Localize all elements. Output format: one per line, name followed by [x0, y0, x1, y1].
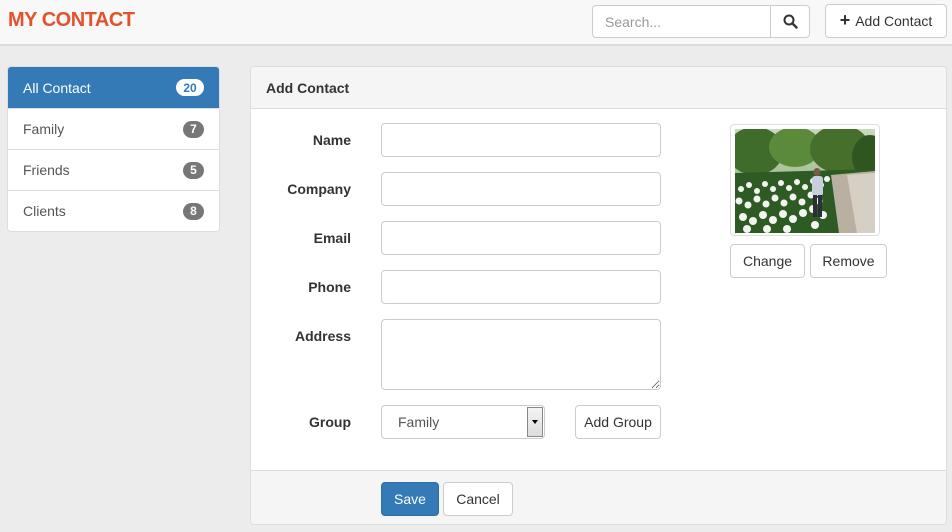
search-icon: [783, 14, 798, 29]
add-contact-label: Add Contact: [855, 13, 933, 29]
plus-icon: +: [839, 10, 851, 30]
sidebar-item-friends[interactable]: Friends 5: [8, 149, 219, 190]
cancel-button[interactable]: Cancel: [443, 482, 513, 516]
group-select-value: Family: [398, 414, 440, 430]
sidebar-item-family[interactable]: Family 7: [8, 108, 219, 149]
address-label: Address: [294, 328, 351, 344]
sidebar-item-label: Family: [23, 121, 65, 137]
search-group: [592, 5, 810, 38]
count-badge: 20: [176, 79, 204, 96]
search-input[interactable]: [592, 5, 771, 38]
change-photo-button[interactable]: Change: [730, 244, 805, 278]
panel-footer: Save Cancel: [251, 470, 946, 524]
sidebar-item-label: Clients: [23, 203, 66, 219]
company-field[interactable]: [381, 172, 661, 206]
photo-image: [735, 129, 875, 233]
address-field[interactable]: [381, 319, 661, 390]
sidebar-item-label: All Contact: [23, 79, 91, 96]
company-label: Company: [287, 181, 351, 197]
save-button[interactable]: Save: [381, 482, 439, 516]
add-contact-button[interactable]: + Add Contact: [825, 4, 947, 38]
phone-label: Phone: [308, 279, 351, 295]
sidebar-item-clients[interactable]: Clients 8: [8, 190, 219, 231]
group-label: Group: [309, 414, 351, 430]
group-select[interactable]: Family: [381, 405, 545, 439]
add-contact-panel: Add Contact Name Company Email Phone Add…: [250, 66, 947, 525]
panel-title: Add Contact: [251, 67, 946, 109]
count-badge: 8: [183, 202, 204, 220]
sidebar-item-all-contact[interactable]: All Contact 20: [8, 67, 219, 108]
contact-groups-sidebar: All Contact 20 Family 7 Friends 5 Client…: [7, 66, 220, 232]
search-button[interactable]: [770, 5, 810, 38]
phone-field[interactable]: [381, 270, 661, 304]
top-navbar: MY CONTACT + Add Contact: [0, 0, 952, 46]
email-field[interactable]: [381, 221, 661, 255]
email-label: Email: [313, 230, 351, 246]
count-badge: 7: [183, 120, 204, 138]
add-group-button[interactable]: Add Group: [575, 405, 661, 439]
remove-photo-button[interactable]: Remove: [810, 244, 887, 278]
contact-photo: [730, 124, 880, 236]
chevron-down-icon[interactable]: [527, 407, 543, 437]
name-label: Name: [312, 132, 351, 148]
app-brand[interactable]: MY CONTACT: [8, 9, 135, 32]
sidebar-item-label: Friends: [23, 162, 70, 178]
count-badge: 5: [183, 161, 204, 179]
name-field[interactable]: [381, 123, 661, 157]
